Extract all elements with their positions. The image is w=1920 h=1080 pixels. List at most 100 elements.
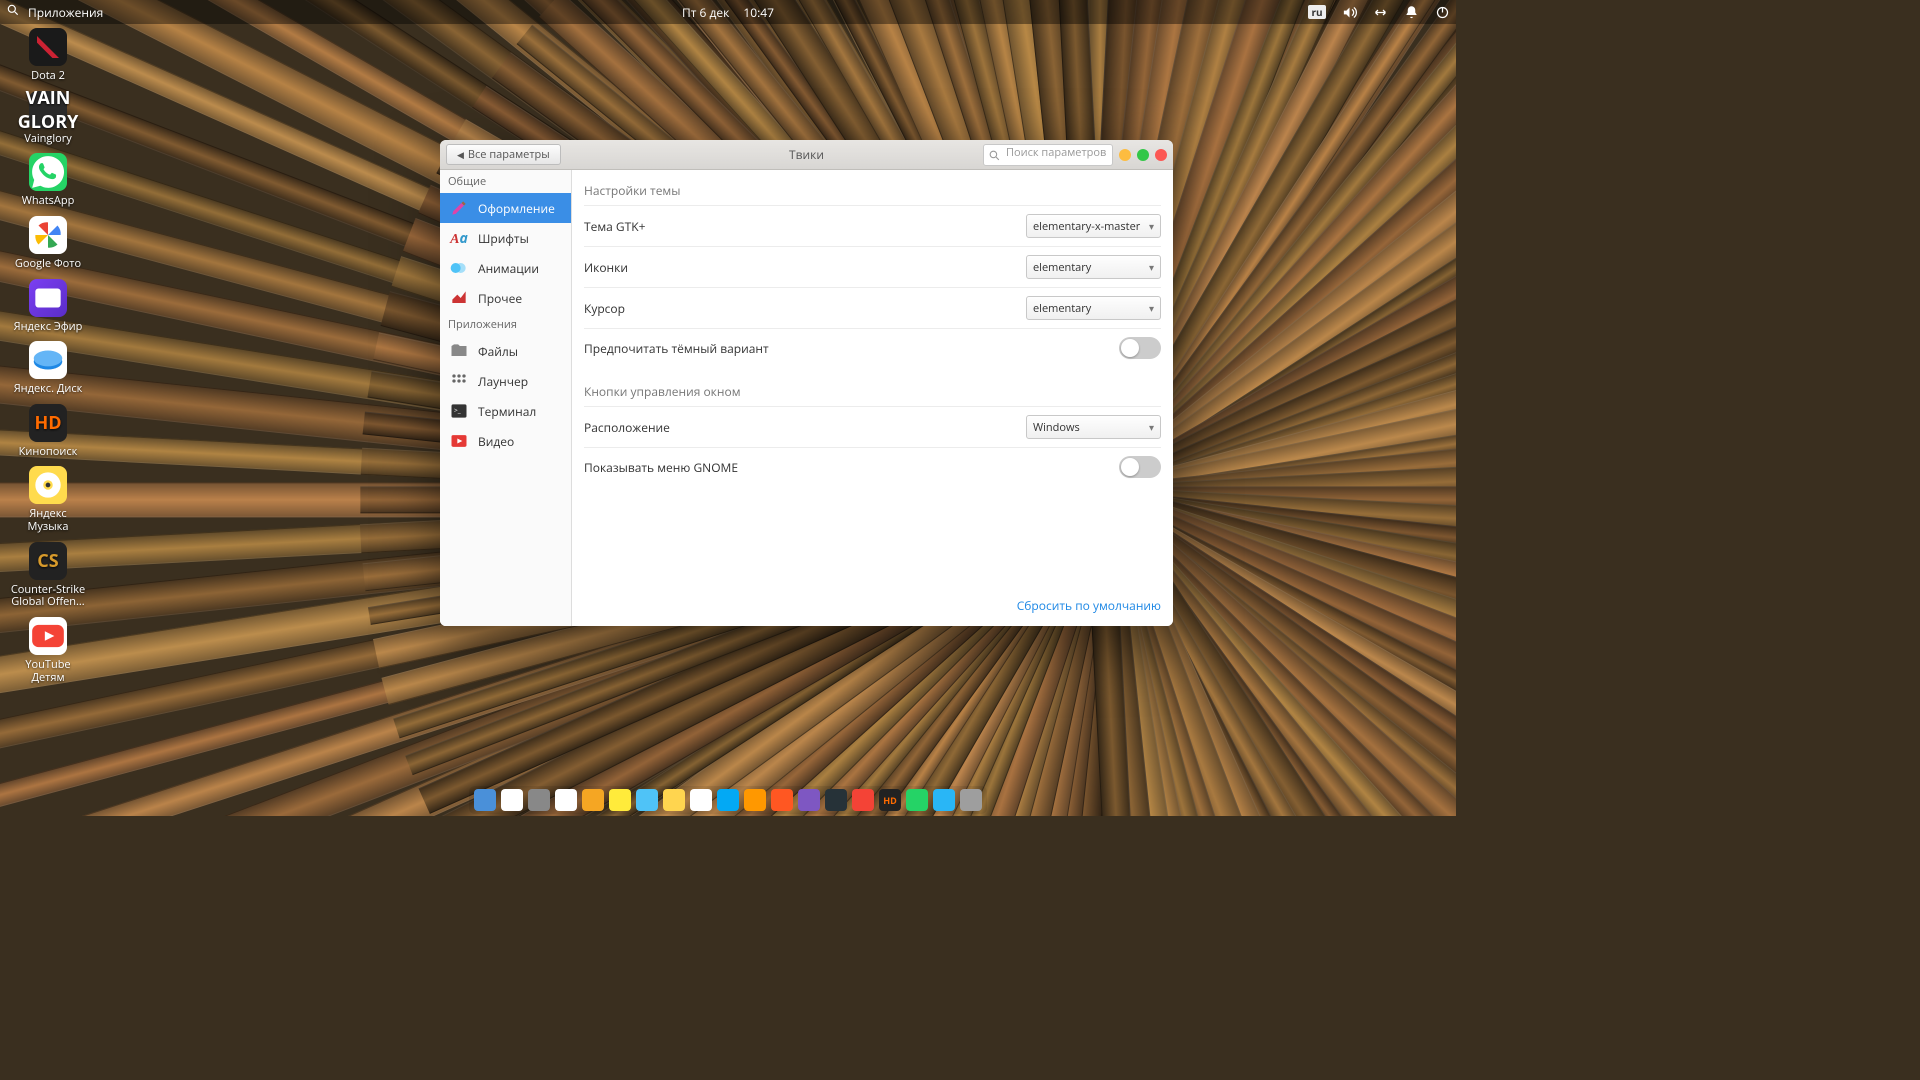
- sidebar-item-Терминал[interactable]: >_Терминал: [440, 396, 571, 426]
- minimize-button[interactable]: [1119, 149, 1131, 161]
- svg-text:>_: >_: [454, 406, 461, 415]
- volume-icon[interactable]: [1342, 5, 1357, 20]
- files-icon: [448, 340, 470, 362]
- desktop-icon-label: Counter-Strike Global Offen...: [8, 584, 88, 609]
- icons-theme-label: Иконки: [584, 259, 1026, 276]
- desktop-icon-efir[interactable]: Яндекс Эфир: [8, 279, 88, 334]
- dock-item-steam[interactable]: [825, 789, 847, 811]
- desktop-icon-ymusic[interactable]: Яндекс Музыка: [8, 466, 88, 533]
- sidebar-item-Лаунчер[interactable]: Лаунчер: [440, 366, 571, 396]
- cursor-theme-select[interactable]: elementary: [1026, 296, 1161, 320]
- sidebar-item-label: Оформление: [478, 200, 555, 217]
- desktop-icon-label: Vainglory: [8, 133, 88, 146]
- sidebar-item-label: Прочее: [478, 290, 522, 307]
- dock-item-trash[interactable]: [960, 789, 982, 811]
- window-titlebar[interactable]: ◀Все параметры Твики Поиск параметров: [440, 140, 1173, 170]
- icons-theme-select[interactable]: elementary: [1026, 255, 1161, 279]
- desktop-icon-label: Яндекс Музыка: [8, 508, 88, 533]
- network-icon[interactable]: [1373, 5, 1388, 20]
- font-icon: Aa: [448, 227, 470, 249]
- sidebar-item-label: Лаунчер: [478, 373, 528, 390]
- tweaks-window: ◀Все параметры Твики Поиск параметров Об…: [440, 140, 1173, 626]
- settings-search-input[interactable]: Поиск параметров: [983, 144, 1113, 166]
- dock: HD: [469, 786, 987, 814]
- sidebar-item-label: Шрифты: [478, 230, 529, 247]
- sidebar-item-Прочее[interactable]: Прочее: [440, 283, 571, 313]
- notifications-icon[interactable]: [1404, 5, 1419, 20]
- dock-item-mail2[interactable]: [609, 789, 631, 811]
- search-icon[interactable]: [6, 3, 20, 21]
- sidebar-header-general: Общие: [440, 170, 571, 193]
- desktop-icon-ytk[interactable]: YouTube Детям: [8, 617, 88, 684]
- dock-item-hd[interactable]: HD: [879, 789, 901, 811]
- top-panel: Приложения Пт 6 дек 10:47 ru: [0, 0, 1456, 24]
- desktop-icon-label: Кинопоиск: [8, 446, 88, 459]
- settings-content: Настройки темы Тема GTK+ elementary-x-ma…: [572, 170, 1173, 626]
- placement-label: Расположение: [584, 419, 1026, 436]
- section-theme-settings: Настройки темы: [584, 182, 1161, 199]
- keyboard-layout-indicator[interactable]: ru: [1308, 5, 1326, 19]
- sidebar-item-Видео[interactable]: Видео: [440, 426, 571, 456]
- desktop-icon-wa[interactable]: WhatsApp: [8, 153, 88, 208]
- misc-icon: [448, 287, 470, 309]
- desktop-icon-label: YouTube Детям: [8, 659, 88, 684]
- gtk-theme-label: Тема GTK+: [584, 218, 1026, 235]
- panel-time[interactable]: 10:47: [743, 4, 774, 21]
- gnome-menu-label: Показывать меню GNOME: [584, 459, 1119, 476]
- sidebar-item-label: Файлы: [478, 343, 518, 360]
- sidebar-item-label: Анимации: [478, 260, 539, 277]
- window-title: Твики: [789, 146, 824, 163]
- dock-item-files[interactable]: [528, 789, 550, 811]
- dock-item-photos[interactable]: [636, 789, 658, 811]
- prefer-dark-toggle[interactable]: [1119, 337, 1161, 359]
- power-icon[interactable]: [1435, 5, 1450, 20]
- desktop-icon-vain[interactable]: VAIN GLORYVainglory: [8, 91, 88, 146]
- desktop-icon-gphoto[interactable]: Google Фото: [8, 216, 88, 271]
- cursor-theme-label: Курсор: [584, 300, 1026, 317]
- dock-item-chrome[interactable]: [501, 789, 523, 811]
- maximize-button[interactable]: [1137, 149, 1149, 161]
- back-all-settings-button[interactable]: ◀Все параметры: [446, 144, 561, 165]
- window-controls: [1119, 149, 1167, 161]
- panel-date[interactable]: Пт 6 дек: [682, 4, 729, 21]
- desktop-icon-label: Dota 2: [8, 70, 88, 83]
- dock-item-disc[interactable]: [798, 789, 820, 811]
- desktop-icon-label: Google Фото: [8, 258, 88, 271]
- desktop-icon-kino[interactable]: HDКинопоиск: [8, 404, 88, 459]
- reset-defaults-link[interactable]: Сбросить по умолчанию: [1017, 597, 1161, 614]
- prefer-dark-label: Предпочитать тёмный вариант: [584, 340, 1119, 357]
- sidebar-item-label: Видео: [478, 433, 514, 450]
- settings-sidebar: Общие Оформление Aa Шрифты Анимации Прочее П…: [440, 170, 572, 626]
- dock-item-ff2[interactable]: [771, 789, 793, 811]
- desktop-icon-label: Яндекс. Диск: [8, 383, 88, 396]
- desktop-icon-label: WhatsApp: [8, 195, 88, 208]
- dock-item-apps[interactable]: [474, 789, 496, 811]
- sidebar-item-Оформление[interactable]: Оформление: [440, 193, 571, 223]
- sidebar-item-Анимации[interactable]: Анимации: [440, 253, 571, 283]
- brush-icon: [448, 197, 470, 219]
- terminal-icon: >_: [448, 400, 470, 422]
- dock-item-yt[interactable]: [852, 789, 874, 811]
- dock-item-mail[interactable]: [582, 789, 604, 811]
- gnome-menu-toggle[interactable]: [1119, 456, 1161, 478]
- desktop-icon-dota[interactable]: Dota 2: [8, 28, 88, 83]
- video-icon: [448, 430, 470, 452]
- gtk-theme-select[interactable]: elementary-x-master: [1026, 214, 1161, 238]
- sidebar-header-apps: Приложения: [440, 313, 571, 336]
- dock-item-tg[interactable]: [933, 789, 955, 811]
- sidebar-item-Файлы[interactable]: Файлы: [440, 336, 571, 366]
- anim-icon: [448, 257, 470, 279]
- dock-item-store[interactable]: [555, 789, 577, 811]
- desktop-icon-csgo[interactable]: CSCounter-Strike Global Offen...: [8, 542, 88, 609]
- dock-item-wa2[interactable]: [906, 789, 928, 811]
- desktop-icon-ydisk[interactable]: Яндекс. Диск: [8, 341, 88, 396]
- dock-item-calendar[interactable]: [690, 789, 712, 811]
- applications-menu[interactable]: Приложения: [28, 4, 103, 21]
- dock-item-ff[interactable]: [744, 789, 766, 811]
- close-button[interactable]: [1155, 149, 1167, 161]
- sidebar-item-Шрифты[interactable]: Aa Шрифты: [440, 223, 571, 253]
- placement-select[interactable]: Windows: [1026, 415, 1161, 439]
- dock-item-notes[interactable]: [663, 789, 685, 811]
- dock-item-music[interactable]: [717, 789, 739, 811]
- section-window-buttons: Кнопки управления окном: [584, 383, 1161, 400]
